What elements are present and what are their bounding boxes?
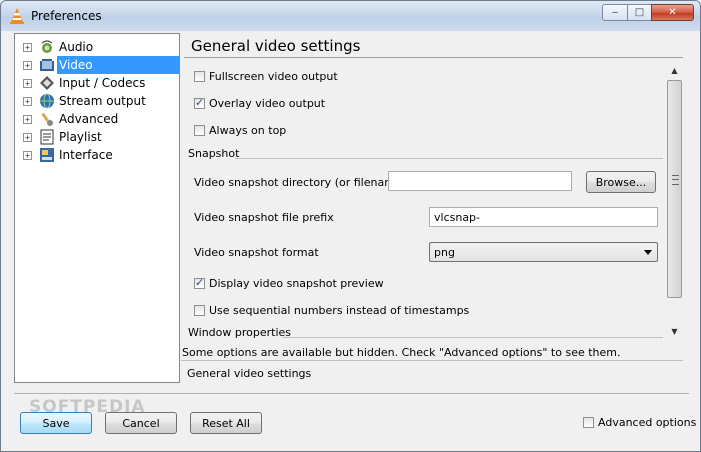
snapshot-format-label: Video snapshot format (194, 246, 319, 259)
audio-icon (41, 40, 53, 53)
panel-title: General video settings (191, 37, 361, 55)
current-section-label: General video settings (187, 367, 312, 380)
stream-output-icon (40, 93, 54, 109)
snapshot-divider (235, 158, 663, 159)
expand-codecs-toggle[interactable]: + (23, 79, 32, 88)
tree-item-stream-output[interactable]: + Stream output (15, 92, 179, 110)
advanced-options-checkbox[interactable] (583, 416, 594, 428)
tree-item-label: Input / Codecs (59, 76, 146, 90)
window-properties-divider (282, 337, 663, 338)
advanced-icon (41, 112, 53, 126)
fullscreen-checkbox[interactable] (194, 70, 205, 82)
fullscreen-label: Fullscreen video output (209, 69, 338, 83)
footer-divider (14, 393, 689, 394)
video-icon (40, 59, 54, 71)
scroll-down-icon[interactable]: ▼ (666, 323, 683, 340)
window-properties-section-label: Window properties (188, 326, 292, 339)
always-on-top-option[interactable]: Always on top (194, 122, 286, 138)
snapshot-format-select[interactable]: png (429, 242, 658, 262)
tree-item-audio[interactable]: + Audio (15, 38, 179, 56)
reset-all-button[interactable]: Reset All (190, 412, 262, 434)
snapshot-preview-checkbox[interactable] (194, 276, 205, 289)
expand-advanced-toggle[interactable]: + (23, 115, 32, 124)
maximize-button[interactable]: □ (627, 4, 652, 21)
snapshot-prefix-label: Video snapshot file prefix (194, 211, 334, 224)
tree-item-label: Interface (59, 148, 113, 162)
tree-item-label: Playlist (59, 130, 102, 144)
tree-item-label: Advanced (59, 112, 119, 126)
tree-item-interface[interactable]: + Interface (15, 146, 179, 164)
category-tree[interactable]: + Audio + Video + Input / Codecs + Strea… (14, 33, 180, 383)
minimize-button[interactable]: ‒ (602, 4, 628, 21)
sequential-numbers-label: Use sequential numbers instead of timest… (209, 303, 470, 317)
hint-divider (181, 360, 683, 361)
vlc-cone-icon (10, 8, 24, 24)
always-on-top-checkbox[interactable] (194, 124, 205, 136)
hidden-options-hint: Some options are available but hidden. C… (182, 346, 621, 359)
snapshot-section-label: Snapshot (188, 147, 240, 160)
dropdown-caret-icon (644, 250, 652, 255)
expand-audio-toggle[interactable]: + (23, 43, 32, 52)
tree-item-advanced[interactable]: + Advanced (15, 110, 179, 128)
tree-item-playlist[interactable]: + Playlist (15, 128, 179, 146)
browse-button[interactable]: Browse... (586, 171, 656, 193)
interface-icon (40, 148, 54, 162)
cancel-button[interactable]: Cancel (105, 412, 177, 434)
tree-item-label: Video (59, 58, 93, 72)
always-on-top-label: Always on top (209, 123, 287, 137)
title-bar[interactable]: Preferences ‒ □ ✕ (1, 1, 700, 31)
snapshot-directory-input[interactable] (388, 171, 572, 191)
expand-playlist-toggle[interactable]: + (23, 133, 32, 142)
window-title: Preferences (31, 9, 102, 23)
fullscreen-option[interactable]: Fullscreen video output (194, 68, 338, 84)
snapshot-preview-option[interactable]: Display video snapshot preview (194, 275, 384, 291)
tree-item-input-codecs[interactable]: + Input / Codecs (15, 74, 179, 92)
snapshot-prefix-input[interactable]: vlcsnap- (429, 207, 658, 227)
scroll-thumb[interactable] (667, 80, 682, 298)
maximize-icon: □ (634, 7, 645, 18)
snapshot-directory-label: Video snapshot directory (or filename) (194, 176, 406, 189)
overlay-checkbox[interactable] (194, 96, 205, 109)
expand-video-toggle[interactable]: + (23, 61, 32, 70)
expand-stream-toggle[interactable]: + (23, 97, 32, 106)
advanced-options-toggle[interactable]: Advanced options (583, 414, 696, 430)
playlist-icon (40, 129, 54, 145)
advanced-options-label: Advanced options (598, 415, 697, 429)
tree-item-video[interactable]: + Video (15, 56, 179, 74)
tree-item-label: Stream output (59, 94, 146, 108)
overlay-option[interactable]: Overlay video output (194, 95, 325, 111)
tree-item-label: Audio (59, 40, 94, 54)
grip-icon (672, 175, 679, 185)
close-button[interactable]: ✕ (651, 4, 694, 21)
sequential-numbers-checkbox[interactable] (194, 304, 205, 316)
settings-scrollbar[interactable]: ▲ ▼ (666, 62, 683, 340)
minimize-icon: ‒ (611, 7, 619, 18)
snapshot-preview-label: Display video snapshot preview (209, 276, 384, 290)
close-icon: ✕ (668, 7, 677, 18)
title-divider (184, 57, 683, 58)
scroll-up-icon[interactable]: ▲ (666, 62, 683, 79)
preferences-window: Preferences ‒ □ ✕ + Audio + Video + Inpu… (0, 0, 701, 452)
save-button[interactable]: Save (20, 412, 92, 434)
codecs-icon (40, 76, 54, 90)
sequential-numbers-option[interactable]: Use sequential numbers instead of timest… (194, 302, 469, 318)
snapshot-format-value: png (434, 246, 455, 259)
expand-interface-toggle[interactable]: + (23, 151, 32, 160)
overlay-label: Overlay video output (209, 96, 326, 110)
